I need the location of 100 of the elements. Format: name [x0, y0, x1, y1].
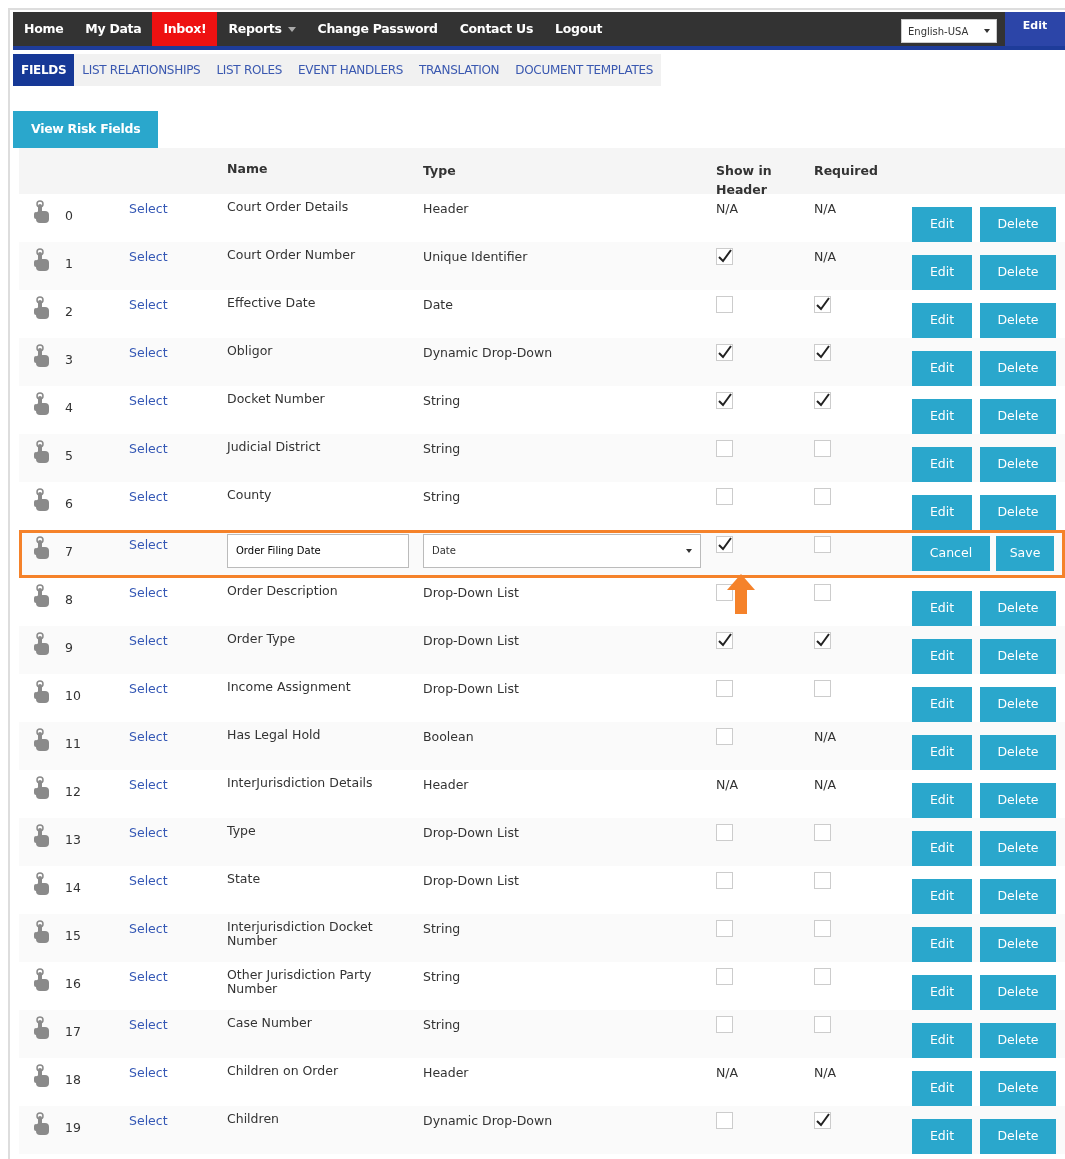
checkbox[interactable] — [814, 439, 831, 457]
save-button[interactable]: Save — [996, 536, 1054, 572]
checkbox[interactable] — [716, 391, 733, 409]
select-link[interactable]: Select — [129, 200, 168, 216]
edit-button[interactable]: Edit — [1005, 12, 1065, 46]
checkbox[interactable] — [716, 535, 733, 553]
select-link[interactable]: Select — [129, 584, 168, 600]
tab[interactable]: TRANSLATION — [411, 54, 508, 86]
select-link[interactable]: Select — [129, 632, 168, 648]
delete-button[interactable]: Delete — [980, 206, 1056, 242]
select-link[interactable]: Select — [129, 248, 168, 264]
edit-button[interactable]: Edit — [912, 254, 972, 290]
tab[interactable]: LIST ROLES — [208, 54, 291, 86]
delete-button[interactable]: Delete — [980, 494, 1056, 530]
checkbox[interactable] — [716, 919, 733, 937]
delete-button[interactable]: Delete — [980, 830, 1056, 866]
checkbox[interactable] — [716, 247, 733, 265]
name-input[interactable]: Order Filing Date — [227, 533, 409, 568]
checkbox[interactable] — [814, 823, 831, 841]
select-link[interactable]: Select — [129, 536, 168, 552]
checkbox[interactable] — [814, 679, 831, 697]
select-link[interactable]: Select — [129, 1064, 168, 1080]
delete-button[interactable]: Delete — [980, 1118, 1056, 1154]
delete-button[interactable]: Delete — [980, 878, 1056, 914]
select-link[interactable]: Select — [129, 1016, 168, 1032]
edit-button[interactable]: Edit — [912, 638, 972, 674]
delete-button[interactable]: Delete — [980, 734, 1056, 770]
select-link[interactable]: Select — [129, 392, 168, 408]
edit-button[interactable]: Edit — [912, 206, 972, 242]
checkbox[interactable] — [814, 391, 831, 409]
nav-link[interactable]: My Data — [74, 12, 153, 46]
cancel-button[interactable]: Cancel — [912, 536, 990, 572]
delete-button[interactable]: Delete — [980, 1070, 1056, 1106]
select-link[interactable]: Select — [129, 776, 168, 792]
edit-button[interactable]: Edit — [912, 446, 972, 482]
checkbox[interactable] — [814, 967, 831, 985]
checkbox[interactable] — [814, 1111, 831, 1129]
delete-button[interactable]: Delete — [980, 926, 1056, 962]
edit-button[interactable]: Edit — [912, 494, 972, 530]
edit-button[interactable]: Edit — [912, 878, 972, 914]
delete-button[interactable]: Delete — [980, 974, 1056, 1010]
edit-button[interactable]: Edit — [912, 830, 972, 866]
delete-button[interactable]: Delete — [980, 1022, 1056, 1058]
tab[interactable]: EVENT HANDLERS — [290, 54, 411, 86]
delete-button[interactable]: Delete — [980, 590, 1056, 626]
select-link[interactable]: Select — [129, 872, 168, 888]
tab[interactable]: DOCUMENT TEMPLATES — [507, 54, 661, 86]
select-link[interactable]: Select — [129, 824, 168, 840]
edit-button[interactable]: Edit — [912, 1022, 972, 1058]
select-link[interactable]: Select — [129, 1112, 168, 1128]
checkbox[interactable] — [814, 631, 831, 649]
edit-button[interactable]: Edit — [912, 302, 972, 338]
checkbox[interactable] — [814, 343, 831, 361]
delete-button[interactable]: Delete — [980, 686, 1056, 722]
select-link[interactable]: Select — [129, 680, 168, 696]
checkbox[interactable] — [814, 1015, 831, 1033]
nav-link[interactable]: Contact Us — [448, 12, 545, 46]
tab[interactable]: LIST RELATIONSHIPS — [74, 54, 209, 86]
edit-button[interactable]: Edit — [912, 398, 972, 434]
delete-button[interactable]: Delete — [980, 398, 1056, 434]
checkbox[interactable] — [716, 343, 733, 361]
type-select[interactable]: Date — [423, 533, 701, 568]
delete-button[interactable]: Delete — [980, 446, 1056, 482]
nav-link[interactable]: Logout — [544, 12, 614, 46]
edit-button[interactable]: Edit — [912, 974, 972, 1010]
checkbox[interactable] — [716, 1015, 733, 1033]
checkbox[interactable] — [716, 487, 733, 505]
nav-link[interactable]: Home — [13, 12, 75, 46]
checkbox[interactable] — [716, 967, 733, 985]
delete-button[interactable]: Delete — [980, 254, 1056, 290]
delete-button[interactable]: Delete — [980, 302, 1056, 338]
checkbox[interactable] — [716, 583, 733, 601]
checkbox[interactable] — [814, 295, 831, 313]
checkbox[interactable] — [716, 439, 733, 457]
checkbox[interactable] — [716, 679, 733, 697]
tab[interactable]: FIELDS — [13, 54, 75, 86]
checkbox[interactable] — [716, 823, 733, 841]
checkbox[interactable] — [716, 295, 733, 313]
delete-button[interactable]: Delete — [980, 638, 1056, 674]
edit-button[interactable]: Edit — [912, 1070, 972, 1106]
select-link[interactable]: Select — [129, 296, 168, 312]
checkbox[interactable] — [716, 727, 733, 745]
view-risk-fields-button[interactable]: View Risk Fields — [13, 111, 159, 148]
select-link[interactable]: Select — [129, 920, 168, 936]
select-link[interactable]: Select — [129, 344, 168, 360]
checkbox[interactable] — [716, 871, 733, 889]
checkbox[interactable] — [814, 535, 831, 553]
checkbox[interactable] — [716, 1111, 733, 1129]
checkbox[interactable] — [814, 871, 831, 889]
checkbox[interactable] — [814, 919, 831, 937]
edit-button[interactable]: Edit — [912, 686, 972, 722]
edit-button[interactable]: Edit — [912, 926, 972, 962]
delete-button[interactable]: Delete — [980, 350, 1056, 386]
nav-link[interactable]: Reports — [217, 12, 307, 46]
nav-link[interactable]: Change Password — [306, 12, 449, 46]
delete-button[interactable]: Delete — [980, 782, 1056, 818]
edit-button[interactable]: Edit — [912, 590, 972, 626]
edit-button[interactable]: Edit — [912, 350, 972, 386]
nav-link[interactable]: Inbox! — [152, 12, 218, 46]
select-link[interactable]: Select — [129, 728, 168, 744]
